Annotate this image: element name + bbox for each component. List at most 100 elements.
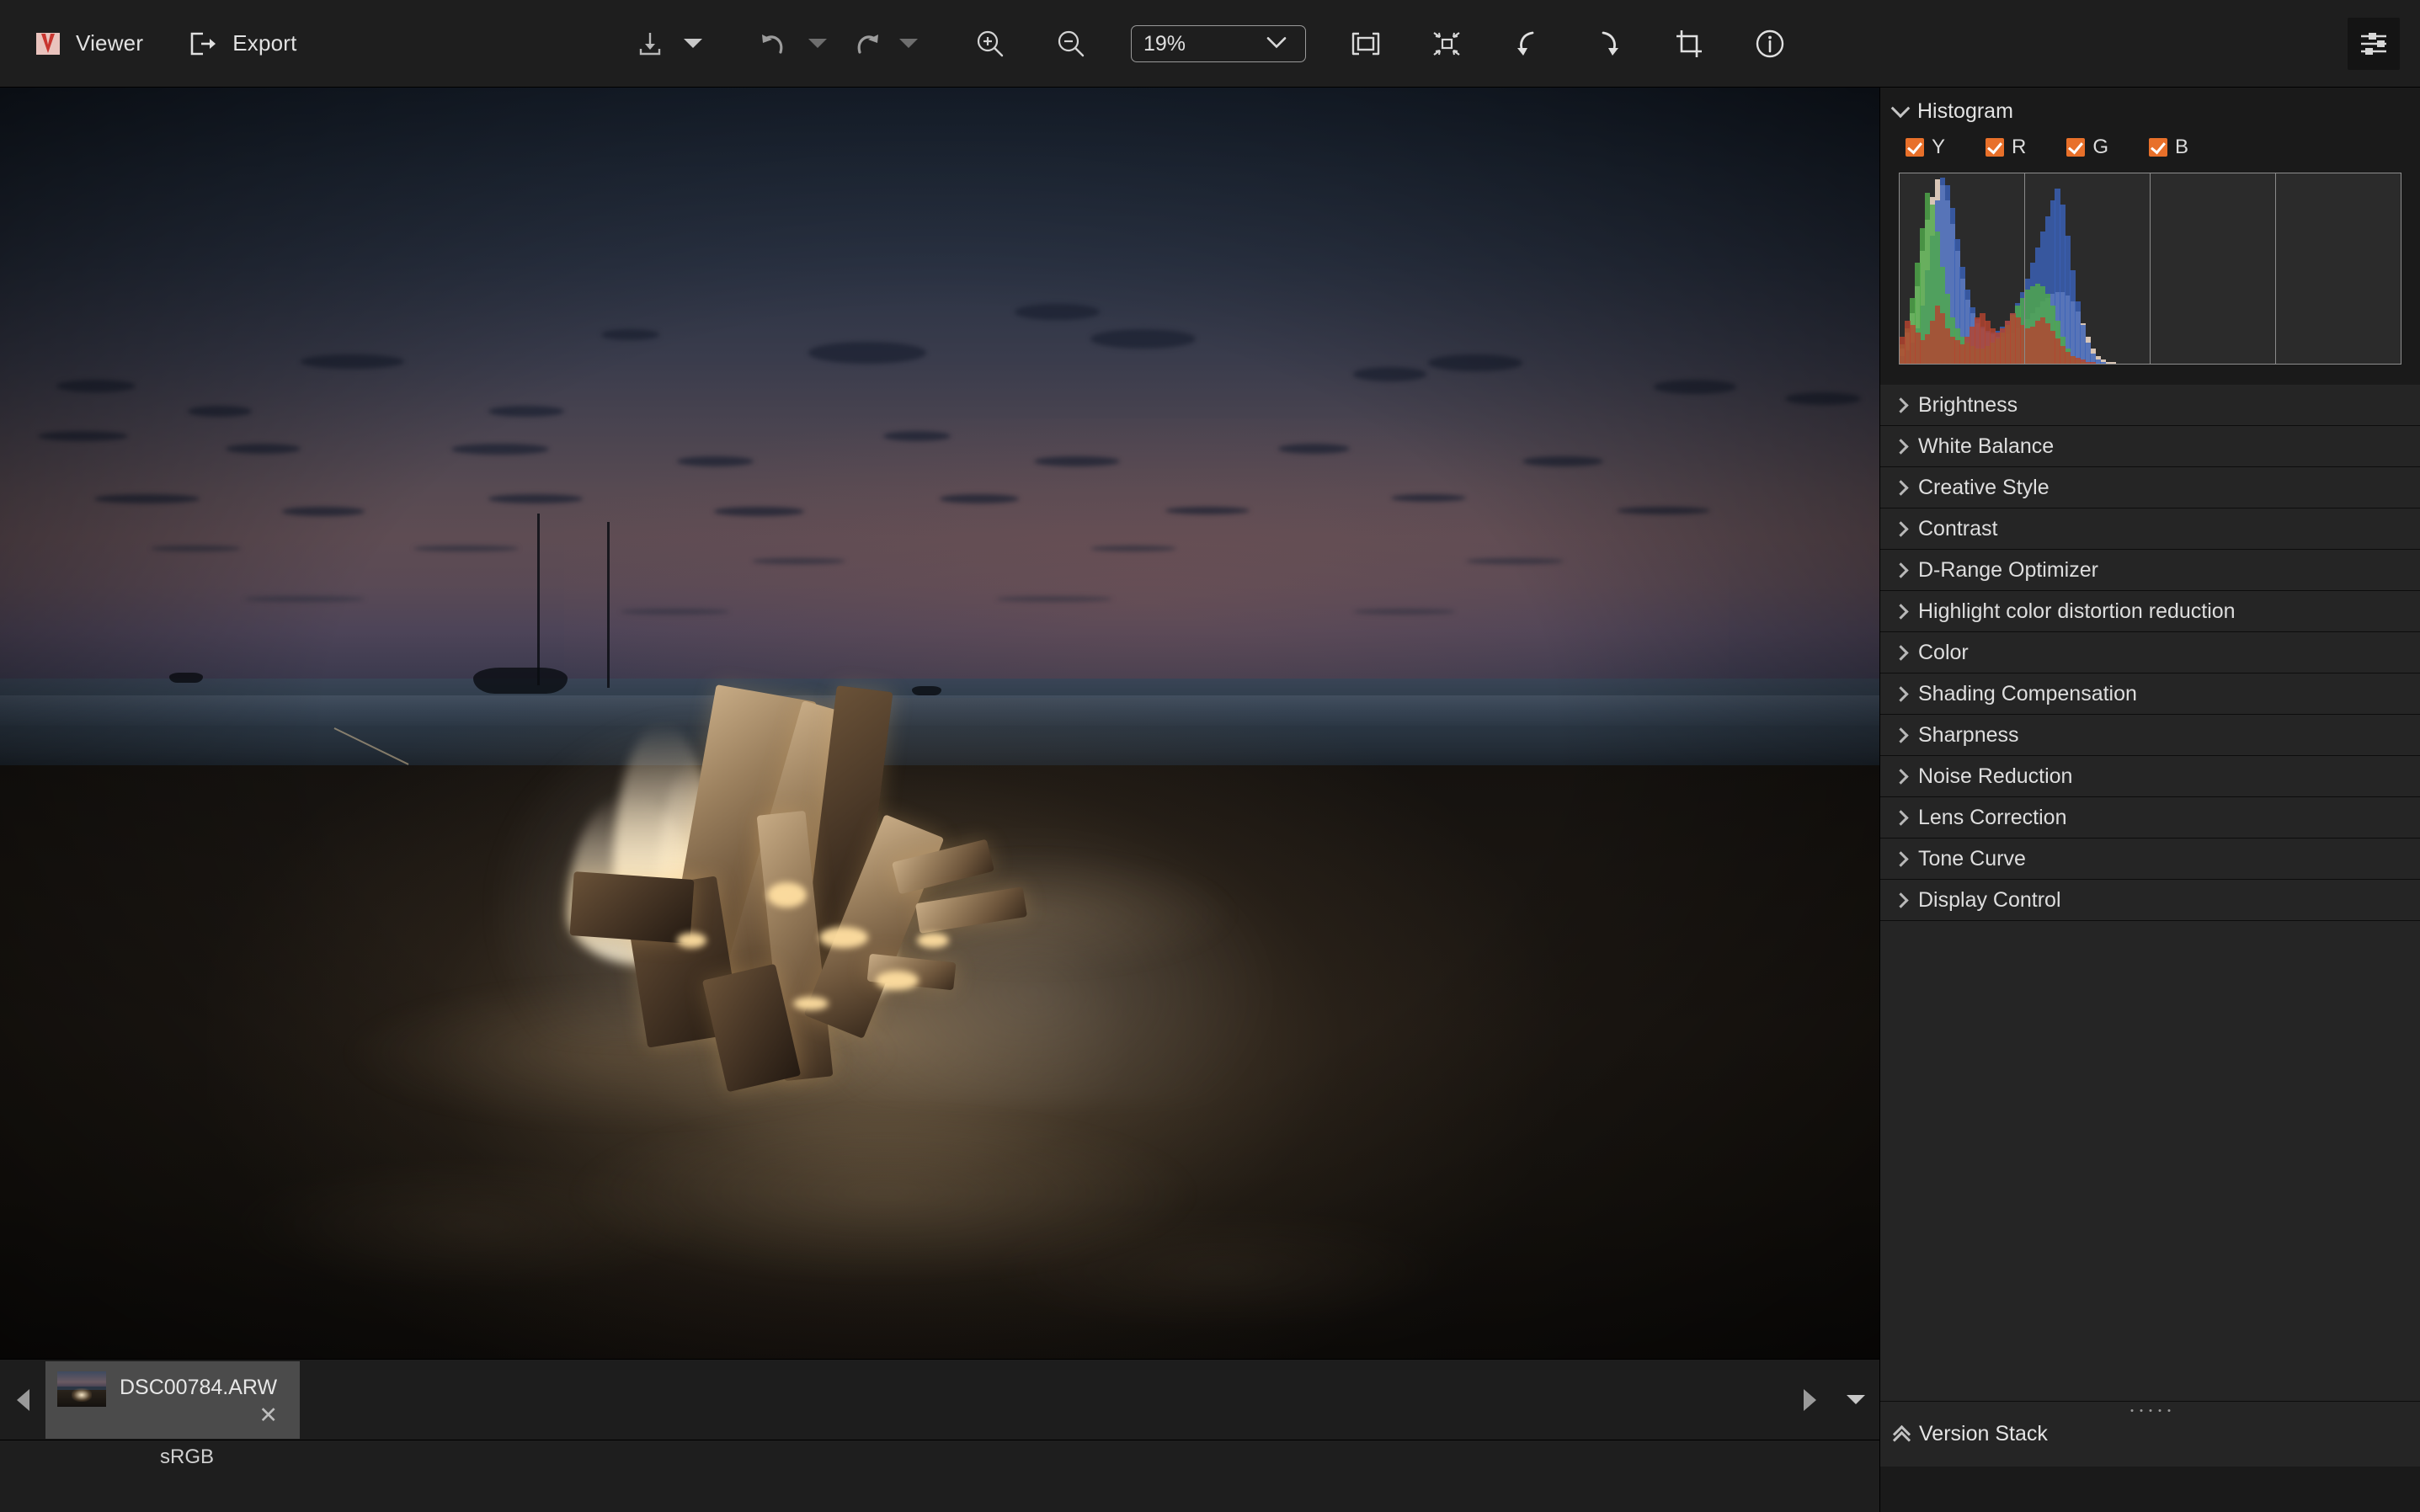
zoom-out-button[interactable] bbox=[1045, 18, 1097, 70]
checkbox-checked-icon[interactable] bbox=[1906, 138, 1924, 157]
histogram-gridlines bbox=[1900, 173, 2401, 364]
channel-label: Y bbox=[1932, 136, 1945, 159]
panel-section-label: Noise Reduction bbox=[1918, 764, 2072, 789]
image-canvas[interactable] bbox=[0, 88, 1879, 1359]
panel-section-label: Display Control bbox=[1918, 888, 2061, 913]
caret-down-icon bbox=[1847, 1395, 1865, 1404]
filmstrip-next-button[interactable] bbox=[1787, 1360, 1832, 1440]
zoom-level-wrap: 19%25%50%75%100%200%400% bbox=[1131, 25, 1306, 62]
undo-button[interactable] bbox=[749, 18, 801, 70]
info-icon bbox=[1753, 27, 1787, 61]
photo-bonfire-beach bbox=[0, 88, 1879, 1359]
chevron-double-up-icon bbox=[1894, 1427, 1909, 1442]
panel-section-shading-compensation[interactable]: Shading Compensation bbox=[1880, 673, 2420, 715]
toolbar-left-group: Viewer Export bbox=[0, 23, 306, 65]
panel-section-label: Lens Correction bbox=[1918, 806, 2066, 830]
undo-history-button[interactable] bbox=[801, 18, 834, 70]
histogram-channel-toggles: Y R G B bbox=[1880, 130, 2420, 169]
crop-button[interactable] bbox=[1663, 18, 1715, 70]
panel-section-label: D-Range Optimizer bbox=[1918, 558, 2098, 583]
panel-section-tone-curve[interactable]: Tone Curve bbox=[1880, 839, 2420, 880]
version-stack-label: Version Stack bbox=[1919, 1422, 2048, 1446]
panel-section-label: Shading Compensation bbox=[1918, 682, 2137, 706]
histogram-channel-r[interactable]: R bbox=[1986, 136, 2026, 159]
filmstrip-item[interactable]: DSC00784.ARW ✕ bbox=[45, 1361, 300, 1439]
fit-to-window-button[interactable] bbox=[1340, 18, 1392, 70]
fit-to-selection-button[interactable] bbox=[1421, 18, 1473, 70]
adjustment-sections: BrightnessWhite Balance Creative Style Con… bbox=[1880, 385, 2420, 921]
chevron-right-icon bbox=[1893, 480, 1908, 495]
panel-section-brightness[interactable]: Brightness bbox=[1880, 385, 2420, 426]
filmstrip-items: DSC00784.ARW ✕ bbox=[45, 1360, 1787, 1440]
close-x-icon[interactable]: ✕ bbox=[259, 1404, 278, 1427]
export-button[interactable]: Export bbox=[180, 24, 305, 63]
info-button[interactable] bbox=[1744, 18, 1796, 70]
triangle-left-icon bbox=[17, 1389, 29, 1411]
toolbar-center-group: 19%25%50%75%100%200%400% bbox=[0, 0, 2420, 87]
chevron-right-icon bbox=[1893, 604, 1908, 619]
import-download-icon bbox=[635, 29, 665, 59]
histogram-title: Histogram bbox=[1917, 99, 2013, 124]
zoom-in-button[interactable] bbox=[964, 18, 1016, 70]
viewer-label: Viewer bbox=[76, 30, 143, 56]
filmstrip-thumbnail bbox=[57, 1371, 106, 1407]
panel-section-sharpness[interactable]: Sharpness bbox=[1880, 715, 2420, 756]
filmstrip-menu-button[interactable] bbox=[1832, 1360, 1879, 1440]
rotate-left-button[interactable] bbox=[1501, 18, 1554, 70]
app-window: Viewer Export bbox=[0, 0, 2420, 1512]
triangle-right-icon bbox=[1804, 1389, 1816, 1411]
histogram-channel-b[interactable]: B bbox=[2149, 136, 2188, 159]
rotate-left-icon bbox=[1512, 28, 1543, 60]
adjustment-panel: Histogram Y R G B bbox=[1879, 88, 2420, 1512]
histogram-header[interactable]: Histogram bbox=[1880, 88, 2420, 130]
redo-history-button[interactable] bbox=[892, 18, 925, 70]
caret-down-icon bbox=[808, 39, 827, 48]
panel-section-creative-style[interactable]: Creative Style bbox=[1880, 467, 2420, 508]
app-logo-icon bbox=[34, 29, 62, 58]
filmstrip-item-name: DSC00784.ARW bbox=[120, 1371, 277, 1400]
workspace: DSC00784.ARW ✕ sRGB bbox=[0, 88, 2420, 1512]
chevron-down-icon bbox=[1891, 98, 1911, 118]
color-space-label: sRGB bbox=[160, 1445, 214, 1469]
sliders-settings-icon bbox=[2357, 29, 2391, 58]
status-bar: sRGB bbox=[0, 1440, 1879, 1512]
panel-section-label: Highlight color distortion reduction bbox=[1918, 599, 2236, 624]
histogram-channel-y[interactable]: Y bbox=[1906, 136, 1945, 159]
redo-button[interactable] bbox=[840, 18, 892, 70]
panel-section-label: Creative Style bbox=[1918, 476, 2050, 500]
panel-section-label: Color bbox=[1918, 641, 1969, 665]
zoom-out-icon bbox=[1054, 27, 1088, 61]
checkbox-checked-icon[interactable] bbox=[1986, 138, 2004, 157]
panel-section-contrast[interactable]: Contrast bbox=[1880, 508, 2420, 550]
zoom-level-select[interactable]: 19%25%50%75%100%200%400% bbox=[1131, 25, 1306, 62]
histogram-channel-g[interactable]: G bbox=[2066, 136, 2108, 159]
rotate-right-button[interactable] bbox=[1582, 18, 1634, 70]
viewer-button[interactable]: Viewer bbox=[25, 23, 152, 65]
filmstrip: DSC00784.ARW ✕ bbox=[0, 1359, 1879, 1440]
histogram-chart[interactable] bbox=[1899, 173, 2401, 365]
panel-section-noise-reduction[interactable]: Noise Reduction bbox=[1880, 756, 2420, 797]
drag-handle-dots-icon[interactable] bbox=[2130, 1409, 2170, 1412]
panel-section-label: Contrast bbox=[1918, 517, 1997, 541]
checkbox-checked-icon[interactable] bbox=[2066, 138, 2085, 157]
panel-section-white-balance[interactable]: White Balance bbox=[1880, 426, 2420, 467]
panel-section-highlight-color-distortion-reduction[interactable]: Highlight color distortion reduction bbox=[1880, 591, 2420, 632]
panel-bottom-filler bbox=[1880, 1467, 2420, 1512]
rotate-right-icon bbox=[1593, 28, 1623, 60]
import-options-button[interactable] bbox=[676, 18, 710, 70]
panel-section-color[interactable]: Color bbox=[1880, 632, 2420, 673]
crop-icon bbox=[1673, 28, 1705, 60]
chevron-right-icon bbox=[1893, 562, 1908, 578]
import-button[interactable] bbox=[624, 18, 676, 70]
panel-section-display-control[interactable]: Display Control bbox=[1880, 880, 2420, 921]
checkbox-checked-icon[interactable] bbox=[2149, 138, 2167, 157]
caret-down-icon bbox=[684, 39, 702, 48]
panel-section-lens-correction[interactable]: Lens Correction bbox=[1880, 797, 2420, 839]
export-icon bbox=[189, 31, 219, 56]
settings-button[interactable] bbox=[2348, 18, 2400, 70]
panel-section-d-range-optimizer[interactable]: D-Range Optimizer bbox=[1880, 550, 2420, 591]
filmstrip-prev-button[interactable] bbox=[0, 1360, 45, 1440]
version-stack-header[interactable]: Version Stack bbox=[1880, 1401, 2420, 1467]
undo-icon bbox=[759, 29, 791, 58]
toolbar-right-group bbox=[2348, 18, 2420, 70]
